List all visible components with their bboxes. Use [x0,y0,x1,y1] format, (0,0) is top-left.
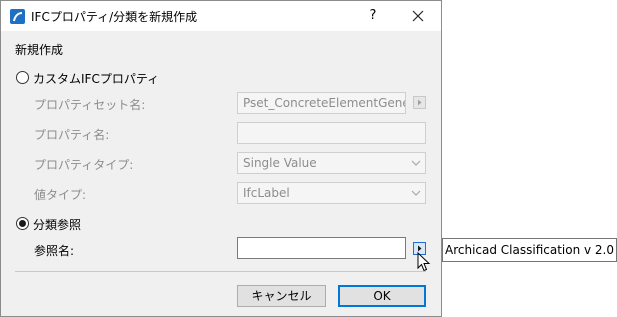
ifc-property-dialog: IFCプロパティ/分類を新規作成 ? 新規作成 カスタムIFCプロパティ プロパ… [0,0,442,317]
reference-name-label: 参照名: [34,244,75,258]
dialog-title: IFCプロパティ/分類を新規作成 [31,10,198,24]
section-title: 新規作成 [15,43,64,57]
property-name-label: プロパティ名: [34,128,110,142]
property-type-value: Single Value [243,156,317,170]
value-type-label: 値タイプ: [34,188,87,202]
propertyset-name-label: プロパティセット名: [34,98,146,112]
propertyset-name-field[interactable]: Pset_ConcreteElementGene [237,92,406,114]
value-type-value: IfcLabel [243,186,290,200]
close-icon [412,10,424,22]
value-type-select[interactable]: IfcLabel [237,182,426,204]
close-button[interactable] [401,3,435,29]
custom-ifc-radio[interactable] [16,71,29,84]
property-type-select[interactable]: Single Value [237,152,426,174]
ok-button[interactable]: OK [338,285,426,307]
classification-radio[interactable] [16,217,29,230]
archicad-app-icon [10,9,25,24]
classification-radio-label[interactable]: 分類参照 [33,216,81,233]
reference-name-field[interactable] [237,237,406,259]
chevron-down-icon [411,160,421,166]
help-button[interactable]: ? [357,3,389,29]
triangle-right-icon [418,99,422,106]
custom-ifc-radio-label[interactable]: カスタムIFCプロパティ [33,70,159,87]
property-name-field[interactable] [237,122,426,144]
divider [15,271,426,272]
mouse-pointer-icon [417,252,431,272]
property-type-label: プロパティタイプ: [34,158,134,172]
cancel-button[interactable]: キャンセル [237,285,326,307]
title-bar: IFCプロパティ/分類を新規作成 ? [1,1,441,31]
propertyset-arrow-button[interactable] [413,96,426,109]
chevron-down-icon [411,190,421,196]
classification-tooltip: Archicad Classification v 2.0 [442,238,617,262]
